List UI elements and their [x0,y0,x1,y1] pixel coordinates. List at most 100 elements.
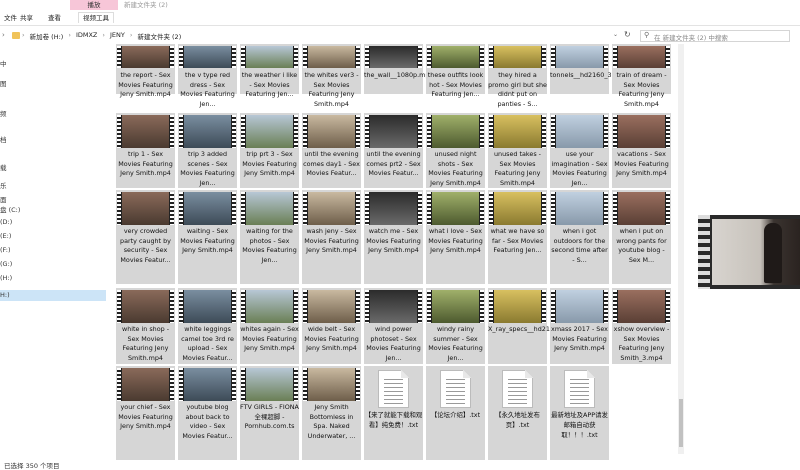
video-file-item[interactable]: use your imagination - Sex Movies Featur… [550,113,609,188]
file-name-label: vacations - Sex Movies Featuring Jeny Sm… [614,150,669,178]
video-file-item[interactable]: xshow overview - Sex Movies Featuring Je… [612,288,671,364]
video-file-item[interactable]: wide belt - Sex Movies Featuring Jeny Sm… [302,288,361,364]
video-file-item[interactable]: trip prt 3 - Sex Movies Featuring Jeny S… [240,113,299,188]
preview-figure [764,223,782,283]
vertical-scrollbar[interactable] [678,44,684,454]
crumb-jeny[interactable]: JENY [110,31,125,41]
film-strip-icon [241,192,245,225]
sidebar-item-fragment[interactable]: 图 [0,78,7,88]
video-file-item[interactable]: whites again - Sex Movies Featuring Jeny… [240,288,299,364]
video-file-item[interactable]: the whites ver3 - Sex Movies Featuring J… [302,44,361,108]
video-file-item[interactable]: they hired a promo girl but she didnt pu… [488,44,547,108]
video-file-item[interactable]: wind power photoset - Sex Movies Featuri… [364,288,423,364]
video-file-item[interactable]: trip 1 - Sex Movies Featuring Jeny Smith… [116,113,175,188]
film-strip-icon [489,115,493,148]
sidebar-item-fragment[interactable]: 中 [0,58,7,68]
video-file-item[interactable]: the v type red dress - Sex Movies Featur… [178,44,237,108]
sidebar-item-drive-h-selected[interactable]: H:) [0,290,106,301]
video-thumbnail [613,115,670,148]
sidebar-item-fragment[interactable]: 乐 [0,180,7,190]
video-file-item[interactable]: waiting for the photos - Sex Movies Feat… [240,190,299,284]
sidebar-item-drive-d[interactable]: (D:) [0,218,12,226]
video-file-item[interactable]: Jeny Smith Bottomless in Spa. Naked Unde… [302,366,361,460]
video-file-item[interactable]: wash jeny - Sex Movies Featuring Jeny Sm… [302,190,361,284]
sidebar-item-drive-c[interactable]: 盘 (C:) [0,204,20,214]
search-input[interactable]: ⚲ 在 新建文件夹 (2) 中搜索 [640,30,790,42]
video-file-item[interactable]: youtube blog about back to video - Sex M… [178,366,237,460]
film-strip-icon [303,46,307,68]
video-file-item[interactable]: waiting - Sex Movies Featuring Jeny Smit… [178,190,237,284]
crumb-current[interactable]: 新建文件夹 (2) [137,31,181,41]
file-name-label: trip 1 - Sex Movies Featuring Jeny Smith… [118,150,173,178]
text-file-item[interactable]: 【来了就能下载和观看】纯免费！.txt [364,366,423,460]
sidebar-item-fragment[interactable]: 频 [0,108,7,118]
video-thumbnail [179,192,236,225]
video-file-item[interactable]: these outfits look hot - Sex Movies Feat… [426,44,485,98]
tab-view[interactable]: 查看 [48,13,61,23]
sidebar-item-drive-f[interactable]: (F:) [0,246,11,254]
sidebar-item-drive-e[interactable]: (E:) [0,232,11,240]
crumb-idmxz[interactable]: IDMXZ [76,31,97,41]
video-file-item[interactable]: when i got outdoors for the second time … [550,190,609,284]
video-file-item[interactable]: what i love - Sex Movies Featuring Jeny … [426,190,485,284]
crumb-drive[interactable]: 新加卷 (H:) [30,31,64,41]
video-file-item[interactable]: unused night shots - Sex Movies Featurin… [426,113,485,188]
file-name-label: X_ray_specs__hd2160.mp4 [488,325,575,333]
film-strip-icon [666,290,670,323]
film-strip-icon [427,290,431,323]
sidebar-item-drive-g[interactable]: (G:) [0,260,12,268]
text-file-item[interactable]: 最新地址及APP请发邮箱自动获取！！！.txt [550,366,609,460]
file-name-label: wash jeny - Sex Movies Featuring Jeny Sm… [304,227,359,255]
video-file-item[interactable]: unused takes - Sex Movies Featuring Jeny… [488,113,547,188]
text-file-item[interactable]: 【永久地址发布页】.txt [488,366,547,460]
video-file-item[interactable]: the_wall__1080p.mp4 [364,44,433,94]
film-strip-icon [241,290,245,323]
video-file-item[interactable]: trip 3 added scenes - Sex Movies Featuri… [178,113,237,188]
chevron-right-icon[interactable]: › [2,31,5,39]
tab-file[interactable]: 文件 [4,13,17,23]
tab-video-tools[interactable]: 视频工具 [78,12,114,23]
video-file-item[interactable]: very crowded party caught by security - … [116,190,175,284]
video-file-item[interactable]: windy rainy summer - Sex Movies Featurin… [426,288,485,364]
refresh-icon[interactable]: ↻ [624,30,631,39]
video-file-item[interactable]: the weather i like - Sex Movies Featurin… [240,44,299,98]
video-file-item[interactable]: white in shop - Sex Movies Featuring Jen… [116,288,175,364]
video-file-item[interactable]: xmass 2017 - Sex Movies Featuring Jeny S… [550,288,609,364]
film-strip-icon [170,368,174,401]
film-strip-icon [179,115,183,148]
sidebar-item-fragment[interactable]: 面 [0,194,7,204]
film-strip-icon [542,290,546,323]
file-name-label: the whites ver3 - Sex Movies Featuring J… [304,71,359,108]
file-name-label: white in shop - Sex Movies Featuring Jen… [121,325,170,362]
film-strip-icon [551,115,555,148]
film-strip-icon [613,46,617,68]
file-name-label: white leggings camel toe 3rd re upload -… [181,325,234,362]
film-strip-icon [241,46,245,68]
video-file-item[interactable]: vacations - Sex Movies Featuring Jeny Sm… [612,113,671,188]
video-file-item[interactable]: until the evening comes day1 - Sex Movie… [302,113,361,188]
video-file-item[interactable]: until the evening comes prt2 - Sex Movie… [364,113,423,188]
video-file-item[interactable]: watch me - Sex Movies Featuring Jeny Smi… [364,190,423,284]
file-name-label: wide belt - Sex Movies Featuring Jeny Sm… [304,325,359,353]
search-placeholder: 在 新建文件夹 (2) 中搜索 [654,34,728,42]
sidebar-item-fragment[interactable]: 载 [0,162,7,172]
video-file-item[interactable]: train of dream - Sex Movies Featuring Je… [612,44,671,108]
video-file-item[interactable]: X_ray_specs__hd2160.mp4 [488,288,575,364]
video-file-item[interactable]: tonnels__hd2160_3.mp4 [550,44,628,94]
tab-share[interactable]: 共享 [20,13,33,23]
video-file-item[interactable]: your chief - Sex Movies Featuring Jeny S… [116,366,175,460]
sidebar-item-drive-h[interactable]: (H:) [0,274,12,282]
video-file-item[interactable]: when i put on wrong pants for youtube bl… [612,190,671,284]
film-strip-icon [604,290,608,323]
sidebar-item-fragment[interactable]: 档 [0,134,7,144]
scrollbar-thumb[interactable] [679,399,683,447]
chevron-down-icon[interactable]: ⌄ [613,31,618,38]
video-file-item[interactable]: the report - Sex Movies Featuring Jeny S… [116,44,175,98]
video-file-item[interactable]: white leggings camel toe 3rd re upload -… [178,288,237,364]
film-strip-icon [666,46,670,68]
breadcrumb: › 新加卷 (H:) › IDMXZ › JENY › 新建文件夹 (2) [22,31,181,41]
video-file-item[interactable]: FTV GIRLS - FIONA 全裸超脚 - Pornhub.com.ts [240,366,299,460]
video-file-item[interactable]: what we have so far - Sex Movies Featuri… [488,190,547,284]
tab-play[interactable]: 播放 [70,0,118,10]
text-file-item[interactable]: 【论坛介绍】.txt [426,366,485,460]
